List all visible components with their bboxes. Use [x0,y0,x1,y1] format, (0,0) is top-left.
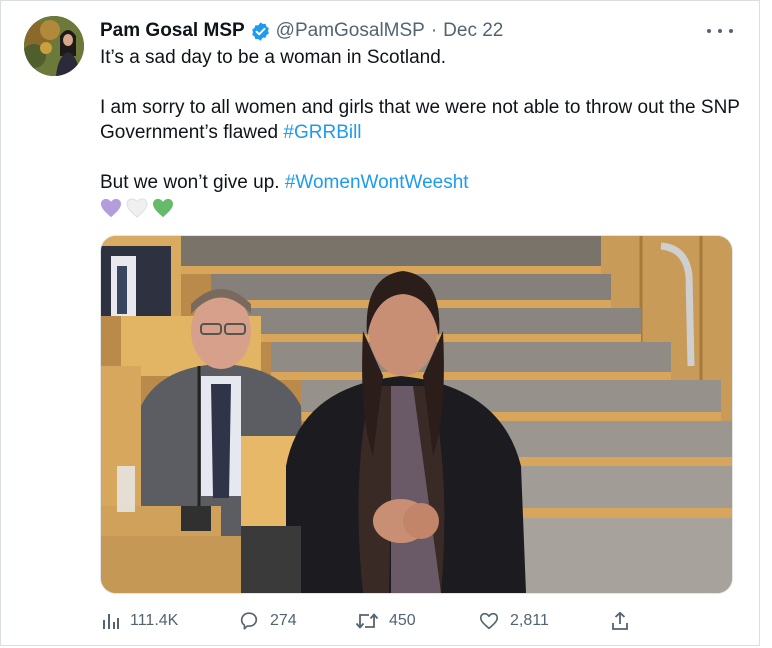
heart-emojis [100,198,740,218]
heart-outline-icon [479,612,499,630]
more-dots-icon[interactable] [707,21,733,41]
like-button[interactable]: 2,811 [478,610,549,632]
avatar-image [24,16,84,76]
avatar[interactable] [24,16,84,76]
retweet-button[interactable]: 450 [355,610,416,632]
reply-button[interactable]: 274 [238,610,297,632]
tweet-media-image[interactable] [100,235,733,594]
tweet-header: Pam Gosal MSP @PamGosalMSP · Dec 22 [100,19,503,43]
hashtag-link[interactable]: #GRRBill [283,122,361,143]
retweet-arrows-icon [355,613,379,629]
views-count: 111.4K [130,612,179,629]
bar-chart-icon [103,614,119,629]
like-count: 2,811 [510,612,549,629]
tweet-line: It’s a sad day to be a woman in Scotland… [100,47,447,68]
separator-dot: · [430,20,438,41]
white-heart-icon [126,198,148,218]
green-heart-icon [153,198,173,218]
tweet-actions: 111.4K 274 450 2,811 [100,607,640,635]
tweet-line-text: I am sorry to all women and girls that w… [100,97,740,143]
hashtag-link[interactable]: #WomenWontWeesht [285,172,469,193]
speech-bubble-icon [240,612,258,630]
retweet-count: 450 [389,612,416,629]
share-upload-icon [612,611,628,630]
tweet-date[interactable]: Dec 22 [443,20,503,42]
verified-badge-icon [250,21,271,42]
tweet-card: Pam Gosal MSP @PamGosalMSP · Dec 22 It’s… [0,0,760,646]
tweet-line: But we won’t give up. #WomenWontWeesht [100,170,740,195]
parliament-photo [101,236,732,593]
tweet-line-text: But we won’t give up. [100,172,285,193]
tweet-text: It’s a sad day to be a woman in Scotland… [100,45,740,218]
views-button[interactable]: 111.4K [100,611,178,631]
display-name[interactable]: Pam Gosal MSP [100,20,245,42]
reply-count: 274 [270,612,297,629]
tweet-line: I am sorry to all women and girls that w… [100,95,740,145]
user-handle[interactable]: @PamGosalMSP [276,20,425,42]
purple-heart-icon [101,198,121,218]
share-button[interactable] [610,611,630,631]
